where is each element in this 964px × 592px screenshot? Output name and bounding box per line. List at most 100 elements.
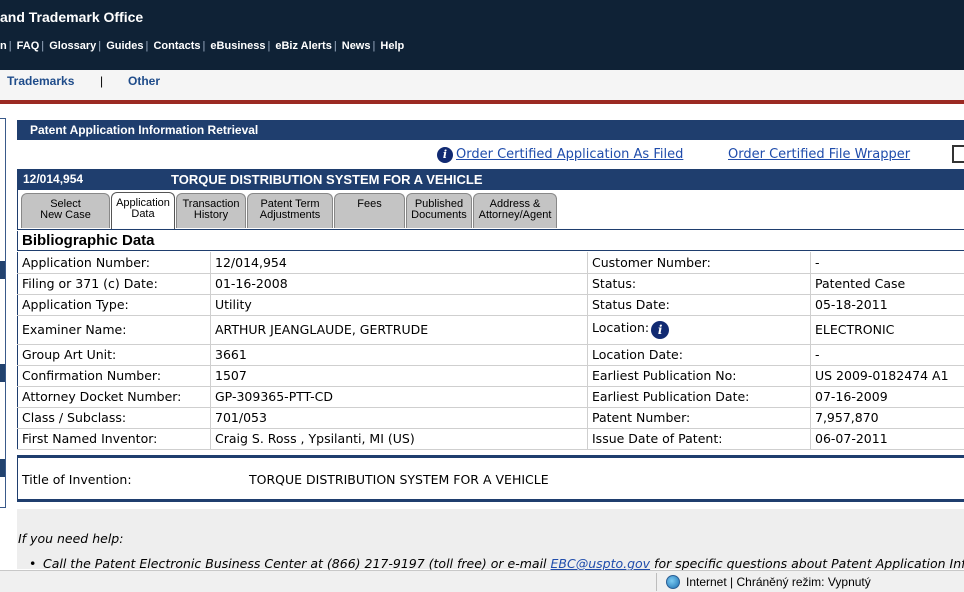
nav-link-partial[interactable]: n xyxy=(0,40,7,52)
field-label: Class / Subclass: xyxy=(17,407,211,429)
help-section: If you need help: • Call the Patent Elec… xyxy=(17,509,964,571)
field-value: 12/014,954 xyxy=(210,252,588,274)
subnav-other[interactable]: Other xyxy=(128,74,160,88)
field-value: 1507 xyxy=(210,365,588,387)
browser-status-bar: Internet | Chráněný režim: Vypnutý xyxy=(0,570,964,592)
sidebar-marker xyxy=(0,459,5,477)
nav-link-faq[interactable]: FAQ xyxy=(17,40,40,52)
security-zone-text[interactable]: Internet | Chráněný režim: Vypnutý xyxy=(686,575,871,589)
table-row: Application Type: Utility Status Date: 0… xyxy=(17,294,964,316)
order-bar: i Order Certified Application As Filed O… xyxy=(17,142,964,168)
table-row: First Named Inventor: Craig S. Ross , Yp… xyxy=(17,428,964,450)
field-value: - xyxy=(810,344,964,366)
field-label: Application Number: xyxy=(17,252,211,274)
table-row: Filing or 371 (c) Date: 01-16-2008 Statu… xyxy=(17,273,964,295)
tab-published-documents[interactable]: Published Documents xyxy=(406,193,472,228)
field-label: Issue Date of Patent: xyxy=(587,428,811,450)
case-header: 12/014,954 TORQUE DISTRIBUTION SYSTEM FO… xyxy=(17,169,964,190)
field-value: 7,957,870 xyxy=(810,407,964,429)
tab-bar: Select New Case Application Data Transac… xyxy=(17,190,964,230)
field-value: ELECTRONIC xyxy=(810,315,964,345)
title-of-invention-row: Title of Invention: TORQUE DISTRIBUTION … xyxy=(17,458,964,499)
nav-link-ebusiness[interactable]: eBusiness xyxy=(210,40,265,52)
field-value: Utility xyxy=(210,294,588,316)
bibliographic-table: Application Number: 12/014,954 Customer … xyxy=(17,252,964,450)
field-value: ARTHUR JEANGLAUDE, GERTRUDE xyxy=(210,315,588,345)
tab-label: Documents xyxy=(411,209,467,221)
field-label: Location: xyxy=(592,320,650,335)
tab-fees[interactable]: Fees xyxy=(334,193,405,228)
tab-address-attorney-agent[interactable]: Address & Attorney/Agent xyxy=(473,193,557,228)
title-of-invention-label: Title of Invention: xyxy=(22,472,132,487)
status-divider xyxy=(656,573,657,591)
field-label: Location Date: xyxy=(587,344,811,366)
sidebar-marker xyxy=(0,261,5,279)
case-title: TORQUE DISTRIBUTION SYSTEM FOR A VEHICLE xyxy=(171,172,483,187)
left-sidebar-edge xyxy=(0,118,6,508)
title-of-invention-value: TORQUE DISTRIBUTION SYSTEM FOR A VEHICLE xyxy=(249,472,549,487)
globe-icon xyxy=(666,575,680,589)
cart-icon[interactable] xyxy=(952,145,964,163)
case-number: 12/014,954 xyxy=(23,172,84,186)
nav-link-contacts[interactable]: Contacts xyxy=(153,40,200,52)
order-certified-application-link[interactable]: Order Certified Application As Filed xyxy=(456,147,683,162)
tab-application-data[interactable]: Application Data xyxy=(111,192,175,229)
field-value: GP-309365-PTT-CD xyxy=(210,386,588,408)
table-row: Examiner Name: ARTHUR JEANGLAUDE, GERTRU… xyxy=(17,315,964,345)
field-value: 05-18-2011 xyxy=(810,294,964,316)
field-value: 01-16-2008 xyxy=(210,273,588,295)
tab-label: Fees xyxy=(357,198,382,210)
table-row: Attorney Docket Number: GP-309365-PTT-CD… xyxy=(17,386,964,408)
site-title: and Trademark Office xyxy=(0,9,144,25)
ebc-email-link[interactable]: EBC@uspto.gov xyxy=(551,556,651,571)
site-header: and Trademark Office n | FAQ | Glossary | G… xyxy=(0,0,964,70)
nav-link-ebiz-alerts[interactable]: eBiz Alerts xyxy=(275,40,331,52)
field-label: Earliest Publication Date: xyxy=(587,386,811,408)
header-divider xyxy=(0,100,964,104)
tab-patent-term-adjustments[interactable]: Patent Term Adjustments xyxy=(247,193,333,228)
field-label: Earliest Publication No: xyxy=(587,365,811,387)
field-label: Status Date: xyxy=(587,294,811,316)
field-label: Patent Number: xyxy=(587,407,811,429)
field-label: Status: xyxy=(587,273,811,295)
nav-link-guides[interactable]: Guides xyxy=(106,40,143,52)
field-label: Examiner Name: xyxy=(17,315,211,345)
field-label: Group Art Unit: xyxy=(17,344,211,366)
tab-label: History xyxy=(193,209,229,221)
tab-transaction-history[interactable]: Transaction History xyxy=(176,193,246,228)
subnav-trademarks[interactable]: Trademarks xyxy=(7,74,74,88)
help-bullet: • Call the Patent Electronic Business Ce… xyxy=(29,556,964,571)
help-bullet-text: for specific questions about Patent Appl… xyxy=(650,556,964,571)
field-label: Attorney Docket Number: xyxy=(17,386,211,408)
tab-label: Attorney/Agent xyxy=(478,209,552,221)
field-value: Patented Case xyxy=(810,273,964,295)
panel-title: Patent Application Information Retrieval xyxy=(17,120,964,140)
bibliographic-data-heading: Bibliographic Data xyxy=(17,231,964,251)
field-value: US 2009-0182474 A1 xyxy=(810,365,964,387)
location-cell: Location: i xyxy=(587,315,811,345)
section-divider xyxy=(17,499,964,502)
tab-select-new-case[interactable]: Select New Case xyxy=(21,193,110,228)
tab-label: Data xyxy=(131,208,155,220)
field-label: Customer Number: xyxy=(587,252,811,274)
field-value: 06-07-2011 xyxy=(810,428,964,450)
field-label: Filing or 371 (c) Date: xyxy=(17,273,211,295)
tab-label: Adjustments xyxy=(259,209,321,221)
table-row: Group Art Unit: 3661 Location Date: - xyxy=(17,344,964,366)
field-value: 07-16-2009 xyxy=(810,386,964,408)
nav-link-glossary[interactable]: Glossary xyxy=(49,40,96,52)
nav-link-help[interactable]: Help xyxy=(380,40,404,52)
info-icon[interactable]: i xyxy=(651,321,670,339)
table-row: Class / Subclass: 701/053 Patent Number:… xyxy=(17,407,964,429)
bullet-icon: • xyxy=(29,556,37,571)
subnav-separator: | xyxy=(100,74,104,88)
field-value: 3661 xyxy=(210,344,588,366)
help-bullet-text: Call the Patent Electronic Business Cent… xyxy=(43,556,551,571)
field-value: Craig S. Ross , Ypsilanti, MI (US) xyxy=(210,428,588,450)
field-value: 701/053 xyxy=(210,407,588,429)
order-certified-wrapper-link[interactable]: Order Certified File Wrapper xyxy=(728,147,910,162)
nav-link-news[interactable]: News xyxy=(342,40,371,52)
field-label: Application Type: xyxy=(17,294,211,316)
info-icon[interactable]: i xyxy=(437,147,453,163)
table-row: Confirmation Number: 1507 Earliest Publi… xyxy=(17,365,964,387)
